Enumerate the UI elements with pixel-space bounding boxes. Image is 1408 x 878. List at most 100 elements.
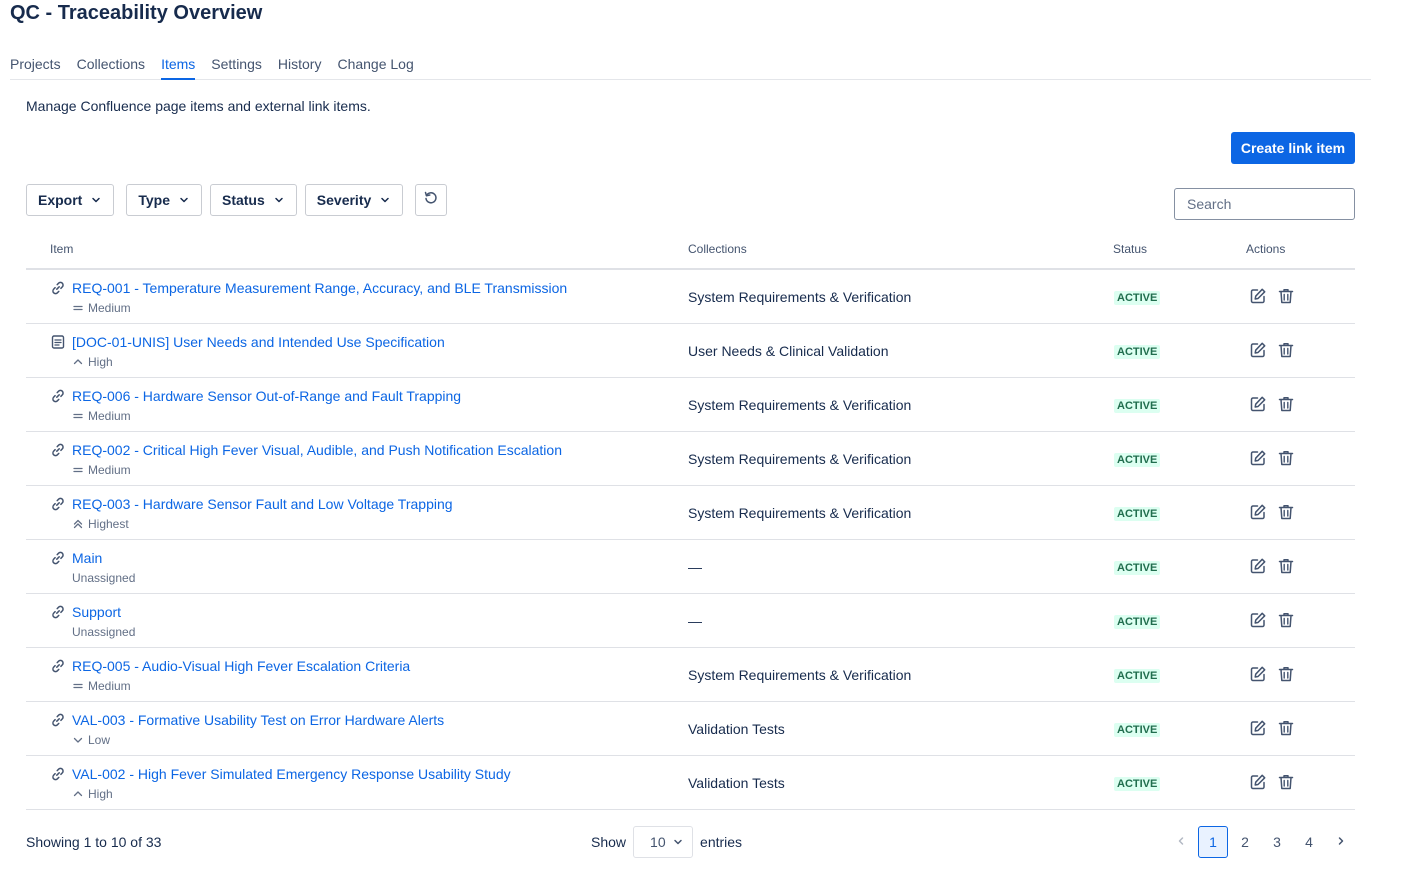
status-badge: ACTIVE bbox=[1114, 507, 1161, 521]
edit-icon[interactable] bbox=[1249, 773, 1267, 791]
page-button-3[interactable]: 3 bbox=[1262, 826, 1292, 858]
edit-icon[interactable] bbox=[1249, 287, 1267, 305]
table-row: REQ-001 - Temperature Measurement Range,… bbox=[26, 270, 1355, 324]
item-collections: System Requirements & Verification bbox=[688, 397, 912, 413]
create-link-item-button[interactable]: Create link item bbox=[1231, 132, 1355, 164]
page-size-control: Show 10 entries bbox=[591, 826, 742, 858]
item-link[interactable]: REQ-003 - Hardware Sensor Fault and Low … bbox=[72, 496, 453, 512]
link-icon bbox=[50, 766, 66, 782]
edit-icon[interactable] bbox=[1249, 395, 1267, 413]
item-link[interactable]: VAL-003 - Formative Usability Test on Er… bbox=[72, 712, 444, 728]
next-page-button[interactable] bbox=[1326, 826, 1356, 858]
item-collections: — bbox=[688, 613, 702, 629]
trash-icon[interactable] bbox=[1277, 557, 1295, 575]
status-dropdown[interactable]: Status bbox=[209, 184, 297, 216]
high-icon bbox=[72, 356, 84, 368]
item-collections: User Needs & Clinical Validation bbox=[688, 343, 889, 359]
link-icon bbox=[50, 712, 66, 728]
item-link[interactable]: REQ-002 - Critical High Fever Visual, Au… bbox=[72, 442, 562, 458]
tab-collections[interactable]: Collections bbox=[77, 48, 145, 80]
severity-text: Low bbox=[88, 733, 111, 747]
header-actions: Actions bbox=[1246, 242, 1286, 256]
severity-text: Medium bbox=[88, 463, 131, 477]
tab-items[interactable]: Items bbox=[161, 48, 196, 80]
edit-icon[interactable] bbox=[1249, 503, 1267, 521]
item-severity: Medium bbox=[72, 679, 131, 693]
trash-icon[interactable] bbox=[1277, 503, 1295, 521]
tab-change-log[interactable]: Change Log bbox=[337, 48, 413, 80]
status-badge: ACTIVE bbox=[1114, 453, 1161, 467]
page-size-select[interactable]: 10 bbox=[633, 826, 694, 858]
severity-text: Unassigned bbox=[72, 625, 136, 639]
page-size-value: 10 bbox=[650, 834, 666, 850]
status-label: Status bbox=[221, 192, 265, 208]
page-button-4[interactable]: 4 bbox=[1294, 826, 1324, 858]
item-link[interactable]: Support bbox=[72, 604, 121, 620]
medium-icon bbox=[72, 410, 84, 422]
item-severity: Medium bbox=[72, 463, 131, 477]
table-row: VAL-003 - Formative Usability Test on Er… bbox=[26, 702, 1355, 756]
item-link[interactable]: [DOC-01-UNIS] User Needs and Intended Us… bbox=[72, 334, 445, 350]
trash-icon[interactable] bbox=[1277, 341, 1295, 359]
prev-page-button[interactable] bbox=[1166, 826, 1196, 858]
item-severity: Medium bbox=[72, 301, 131, 315]
trash-icon[interactable] bbox=[1277, 719, 1295, 737]
edit-icon[interactable] bbox=[1249, 719, 1267, 737]
trash-icon[interactable] bbox=[1277, 611, 1295, 629]
page-title: QC - Traceability Overview bbox=[10, 2, 263, 24]
item-link[interactable]: VAL-002 - High Fever Simulated Emergency… bbox=[72, 766, 511, 782]
edit-icon[interactable] bbox=[1249, 557, 1267, 575]
item-link[interactable]: Main bbox=[72, 550, 102, 566]
medium-icon bbox=[72, 680, 84, 692]
medium-icon bbox=[72, 464, 84, 476]
trash-icon[interactable] bbox=[1277, 395, 1295, 413]
page-description: Manage Confluence page items and externa… bbox=[26, 98, 371, 114]
page-button-2[interactable]: 2 bbox=[1230, 826, 1260, 858]
severity-text: Medium bbox=[88, 301, 131, 315]
export-dropdown[interactable]: Export bbox=[26, 184, 115, 216]
item-severity: Highest bbox=[72, 517, 129, 531]
tab-history[interactable]: History bbox=[278, 48, 322, 80]
item-severity: Unassigned bbox=[72, 625, 135, 639]
edit-icon[interactable] bbox=[1249, 341, 1267, 359]
reset-filters-button[interactable] bbox=[415, 184, 448, 216]
status-badge: ACTIVE bbox=[1114, 345, 1161, 359]
trash-icon[interactable] bbox=[1277, 449, 1295, 467]
item-link[interactable]: REQ-006 - Hardware Sensor Out-of-Range a… bbox=[72, 388, 461, 404]
trash-icon[interactable] bbox=[1277, 287, 1295, 305]
chevron-down-icon bbox=[672, 836, 684, 848]
item-collections: System Requirements & Verification bbox=[688, 451, 912, 467]
item-link[interactable]: REQ-001 - Temperature Measurement Range,… bbox=[72, 280, 567, 296]
tab-settings[interactable]: Settings bbox=[211, 48, 262, 80]
item-collections: Validation Tests bbox=[688, 721, 785, 737]
trash-icon[interactable] bbox=[1277, 773, 1295, 791]
chevron-down-icon bbox=[379, 194, 391, 206]
type-dropdown[interactable]: Type bbox=[126, 184, 202, 216]
tab-projects[interactable]: Projects bbox=[10, 48, 61, 80]
table-row: [DOC-01-UNIS] User Needs and Intended Us… bbox=[26, 324, 1355, 378]
item-severity: Low bbox=[72, 733, 110, 747]
edit-icon[interactable] bbox=[1249, 611, 1267, 629]
items-table-body: REQ-001 - Temperature Measurement Range,… bbox=[26, 270, 1355, 810]
severity-text: Medium bbox=[88, 679, 131, 693]
edit-icon[interactable] bbox=[1249, 449, 1267, 467]
severity-dropdown[interactable]: Severity bbox=[304, 184, 404, 216]
link-icon bbox=[50, 388, 66, 404]
table-row: Support Unassigned — ACTIVE bbox=[26, 594, 1355, 648]
edit-icon[interactable] bbox=[1249, 665, 1267, 683]
status-badge: ACTIVE bbox=[1114, 399, 1161, 413]
pagination: 1 2 3 4 bbox=[1166, 826, 1358, 858]
item-link[interactable]: REQ-005 - Audio-Visual High Fever Escala… bbox=[72, 658, 410, 674]
page-button-1[interactable]: 1 bbox=[1198, 826, 1228, 858]
table-row: REQ-006 - Hardware Sensor Out-of-Range a… bbox=[26, 378, 1355, 432]
severity-label: Severity bbox=[316, 192, 372, 208]
refresh-icon bbox=[423, 190, 439, 211]
chevron-down-icon bbox=[273, 194, 285, 206]
table-header: Item Collections Status Actions bbox=[26, 236, 1355, 270]
item-severity: Medium bbox=[72, 409, 131, 423]
search-input[interactable] bbox=[1174, 188, 1355, 220]
status-badge: ACTIVE bbox=[1114, 291, 1161, 305]
tab-bar: Projects Collections Items Settings Hist… bbox=[10, 48, 1371, 80]
link-icon bbox=[50, 550, 66, 566]
trash-icon[interactable] bbox=[1277, 665, 1295, 683]
